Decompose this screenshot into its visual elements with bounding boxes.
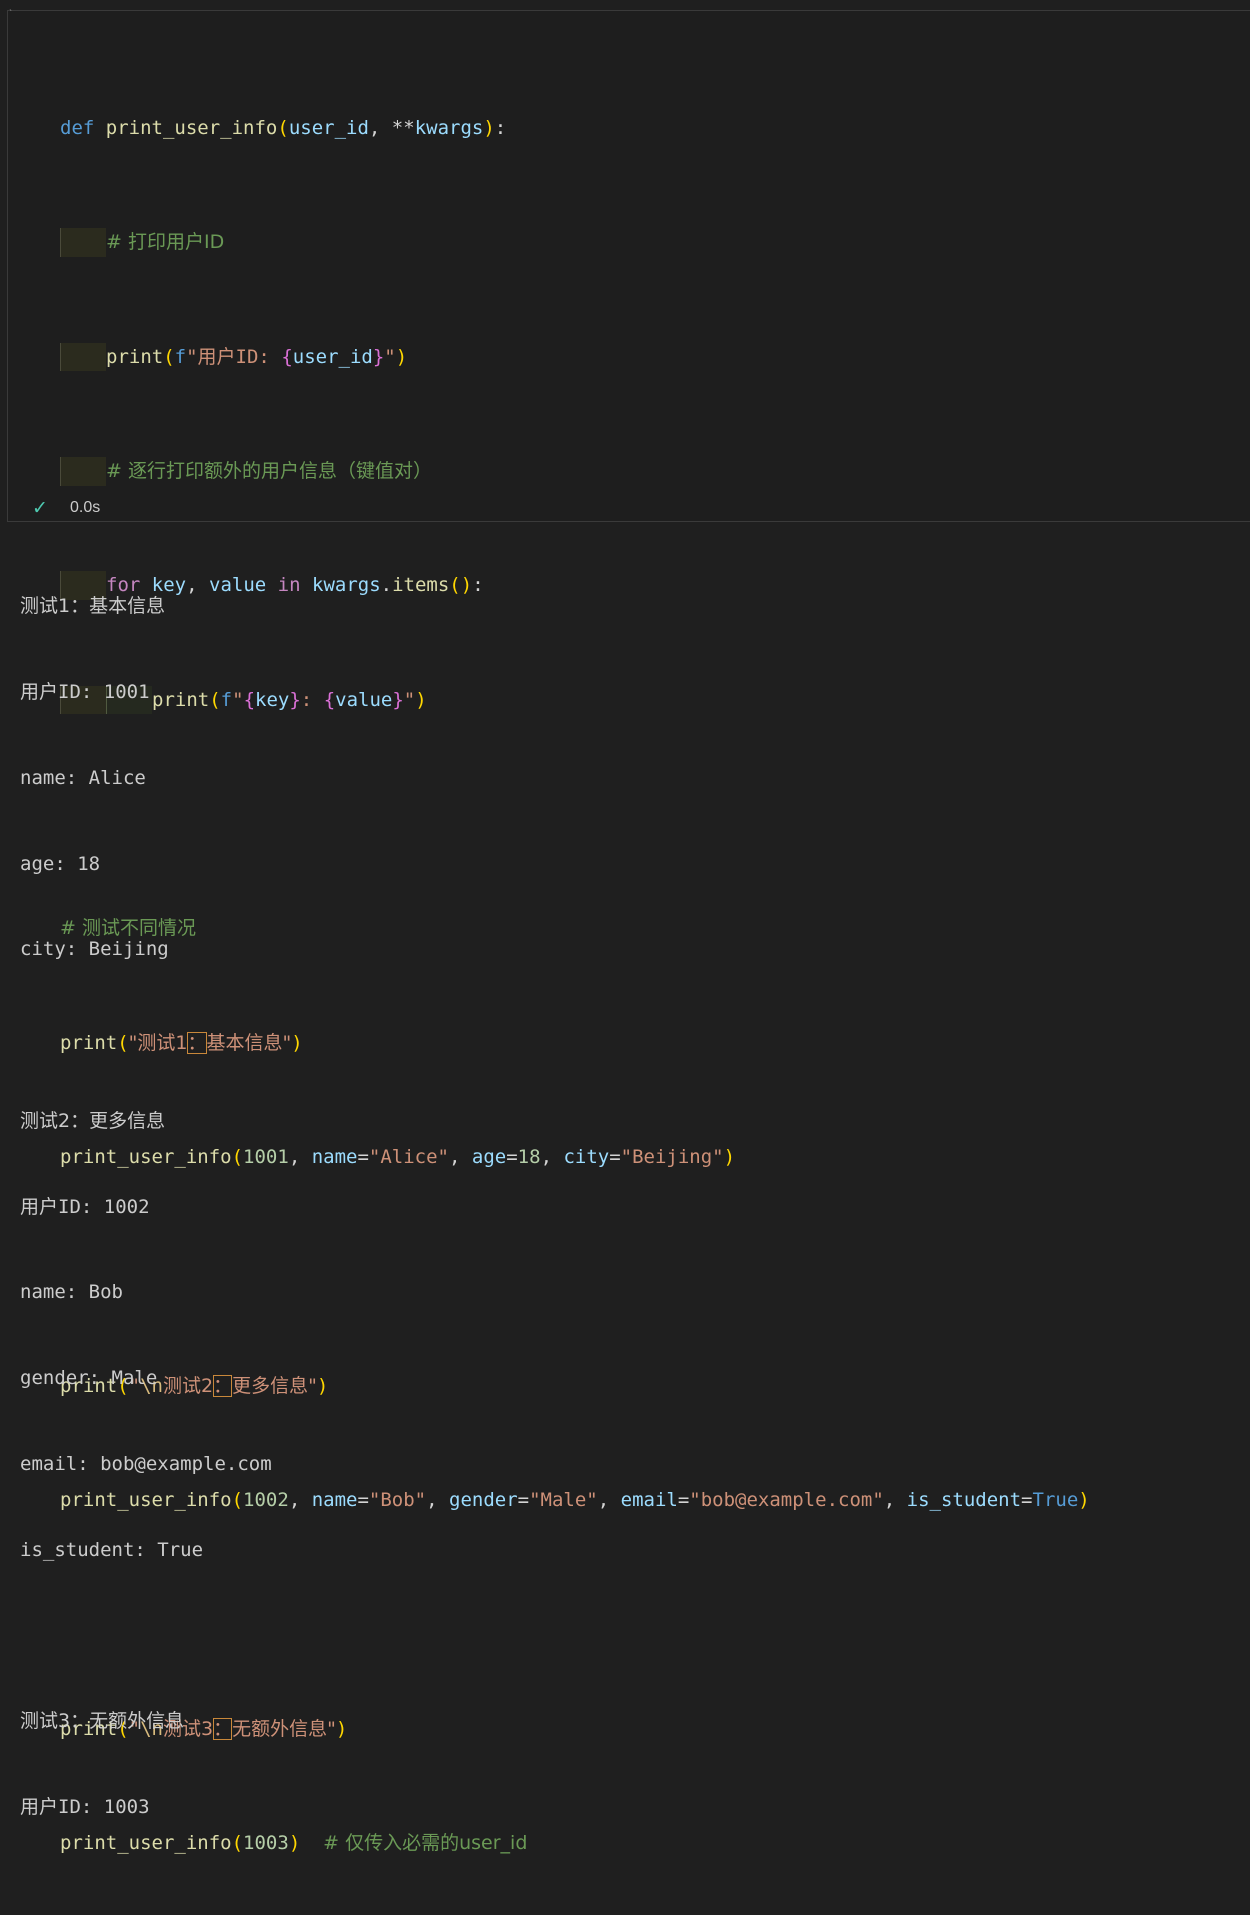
paren: ) [291,1031,303,1054]
kwarg-name: city [563,1146,610,1169]
brace: } [289,688,301,711]
paren: ) [1078,1489,1090,1512]
paren: ) [395,345,408,368]
operator: = [357,1146,369,1169]
comma: , [368,116,392,139]
output-line: name: Bob [20,1281,123,1304]
colon: : [494,116,507,139]
string: "用户ID: [186,345,282,368]
comma: , [288,1489,312,1512]
output-line: name: Alice [20,766,146,789]
brace: } [372,345,385,368]
paren: ) [723,1146,736,1169]
operator: = [609,1146,621,1169]
string: "Bob" [368,1489,427,1512]
code-cell[interactable]: ˋ def print_user_info(user_id, **kwargs)… [7,10,1250,1854]
kwarg-name: email [620,1489,678,1512]
code-line: # 打印用户ID [60,228,1090,257]
operator: = [517,1489,530,1512]
output-line: gender: Male [20,1367,158,1390]
indent-guide [60,456,106,486]
kwarg-name: gender [449,1489,518,1512]
comma: , [426,1489,450,1512]
operator: = [506,1146,518,1169]
kwarg-name: is_student [906,1489,1022,1512]
string: " [384,345,396,368]
function-name: print [106,345,164,368]
kwarg-name: age [471,1146,507,1169]
output-line: 测试2：更多信息 [20,1109,166,1132]
number: 18 [517,1146,541,1169]
colon: : [472,574,484,597]
string: " [403,688,416,711]
operator: ** [391,116,415,139]
operator: = [357,1489,369,1512]
constant: True [1032,1489,1079,1512]
output-line: 用户ID: 1003 [20,1796,150,1819]
operator: = [677,1489,690,1512]
string: "Alice" [368,1146,449,1169]
output-line: 测试3：无额外信息 [20,1710,185,1733]
code-line: # 逐行打印额外的用户信息（键值对） [60,456,1090,486]
comma: , [288,1146,312,1169]
brace: { [281,345,293,368]
operator: = [1021,1489,1033,1512]
paren: ) [483,116,495,139]
output-line: city: Beijing [20,938,169,961]
param: user_id [288,116,369,139]
code-line: print(f"用户ID: {user_id}") [60,342,1090,372]
output-line: 用户ID: 1002 [20,1195,150,1218]
brace: } [392,688,404,711]
keyword: in [277,574,301,597]
comma: , [449,1146,472,1169]
variable: kwargs [312,574,381,597]
indent-guide [60,228,106,257]
output-line: 测试1：基本信息 [20,595,166,618]
indent-guide [60,342,106,372]
brace: { [323,688,336,711]
output-blank-line [20,1021,272,1050]
string: "Beijing" [620,1146,724,1169]
output-line: email: bob@example.com [20,1453,272,1475]
check-icon: ✓ [32,497,48,519]
output-line: age: 18 [20,852,101,875]
output-line: 用户ID: 1001 [20,680,150,703]
execution-time: 0.0s [70,499,101,516]
code-line: def print_user_info(user_id, **kwargs): [60,114,1090,143]
string: "Male" [529,1489,598,1512]
paren: ) [415,688,427,711]
cell-status: ✓ 0.0s [32,495,100,521]
method-name: items [392,574,450,597]
paren: ( [277,116,289,139]
keyword: def [60,116,95,139]
paren: ( [163,345,175,368]
output-blank-line [20,1622,272,1651]
fstring-prefix: f [174,345,187,368]
paren: ) [335,1718,348,1741]
kwarg-name: name [311,1489,358,1512]
cell-output: 测试1：基本信息 用户ID: 1001 name: Alice age: 18 … [20,535,272,1850]
comma: , [597,1489,621,1512]
output-line: is_student: True [20,1538,204,1561]
paren: ) [316,1374,329,1397]
variable: user_id [292,345,373,368]
kwarg-name: name [311,1146,358,1169]
paren: () [449,574,473,597]
string: "bob@example.com" [689,1489,884,1512]
comment: # 逐行打印额外的用户信息（键值对） [106,459,432,482]
comma: , [540,1146,564,1169]
comma: , [883,1489,907,1512]
comment: # 仅传入必需的user_id [323,1832,528,1855]
comment: # 打印用户ID [106,231,225,254]
cell-collapse-marker[interactable]: ˋ [8,10,14,20]
function-name: print_user_info [105,116,278,139]
param: kwargs [414,116,484,139]
paren: ) [288,1832,301,1855]
string: : [300,688,324,711]
variable: value [335,688,393,711]
dot: . [380,574,393,597]
